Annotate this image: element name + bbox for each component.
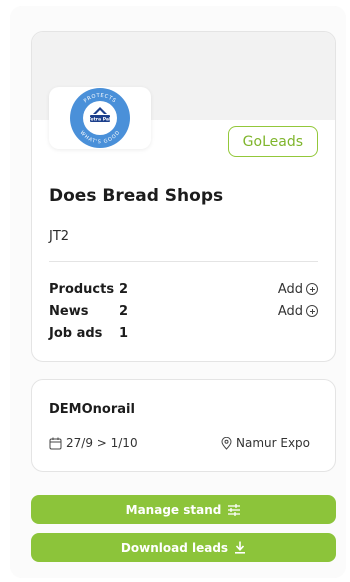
location-pin-icon bbox=[221, 436, 232, 450]
goleads-button[interactable]: GoLeads bbox=[227, 126, 318, 157]
stat-count: 1 bbox=[119, 325, 129, 341]
download-icon bbox=[235, 541, 246, 554]
stat-count: 2 bbox=[119, 303, 129, 319]
event-venue-text: Namur Expo bbox=[235, 436, 310, 450]
event-date: 27/9 > 1/10 bbox=[49, 436, 138, 450]
plus-circle-icon bbox=[306, 283, 318, 295]
event-venue: Namur Expo bbox=[221, 436, 310, 450]
download-leads-button[interactable]: Download leads bbox=[31, 533, 336, 562]
stat-row-job-ads: Job ads 1 bbox=[49, 323, 318, 343]
stat-label: Products bbox=[49, 281, 115, 297]
manage-stand-button[interactable]: Manage stand bbox=[31, 495, 336, 524]
stat-row-products: Products 2 Add bbox=[49, 279, 318, 299]
exhibitor-card: PROTECTS WHAT'S GOOD Tetra Pak GoLeads D… bbox=[31, 31, 336, 362]
sliders-icon bbox=[228, 503, 241, 516]
calendar-icon bbox=[49, 437, 62, 449]
event-name: DEMOnorail bbox=[49, 402, 135, 417]
add-product-button[interactable]: Add bbox=[278, 282, 318, 297]
add-news-button[interactable]: Add bbox=[278, 304, 318, 319]
divider bbox=[49, 261, 318, 262]
add-label: Add bbox=[277, 303, 303, 319]
company-name: Does Bread Shops bbox=[49, 186, 224, 206]
tetra-pak-logo-icon: PROTECTS WHAT'S GOOD Tetra Pak bbox=[70, 88, 130, 148]
stat-row-news: News 2 Add bbox=[49, 301, 318, 321]
event-date-text: 27/9 > 1/10 bbox=[66, 436, 138, 450]
company-logo: PROTECTS WHAT'S GOOD Tetra Pak bbox=[49, 87, 151, 149]
stat-label: Job ads bbox=[49, 325, 103, 341]
add-label: Add bbox=[277, 281, 303, 297]
logo-brand-text: Tetra Pak bbox=[88, 117, 113, 123]
stat-count: 2 bbox=[119, 281, 129, 297]
plus-circle-icon bbox=[306, 305, 318, 317]
event-card[interactable]: DEMOnorail 27/9 > 1/10 Namur Expo bbox=[31, 379, 336, 472]
manage-stand-label: Manage stand bbox=[125, 502, 222, 517]
stats-list: Products 2 Add News 2 Add Job ads 1 bbox=[49, 279, 318, 345]
stand-code: JT2 bbox=[49, 229, 70, 244]
stat-label: News bbox=[49, 303, 89, 319]
download-leads-label: Download leads bbox=[120, 540, 229, 555]
